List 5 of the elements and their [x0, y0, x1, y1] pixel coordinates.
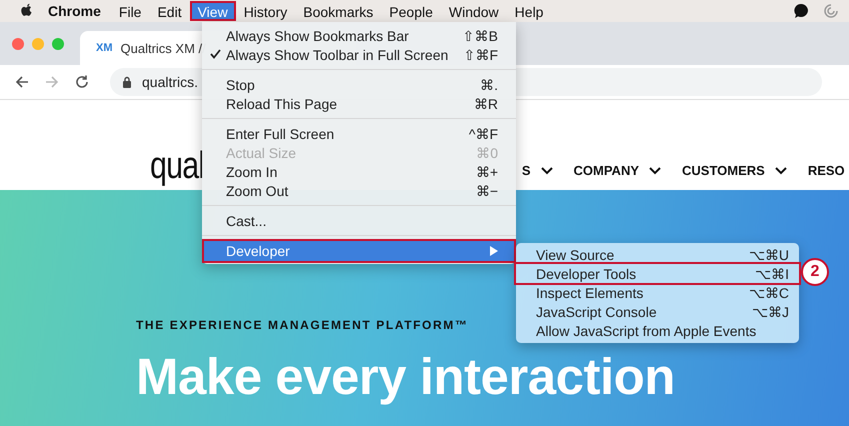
tab-title: Qualtrics XM //	[120, 40, 206, 56]
url-text: qualtrics.	[142, 74, 198, 90]
hero-headline: Make every interaction	[136, 348, 675, 405]
tab-favicon: XM	[96, 42, 112, 54]
hero-eyebrow: THE EXPERIENCE MANAGEMENT PLATFORM™	[136, 318, 468, 332]
